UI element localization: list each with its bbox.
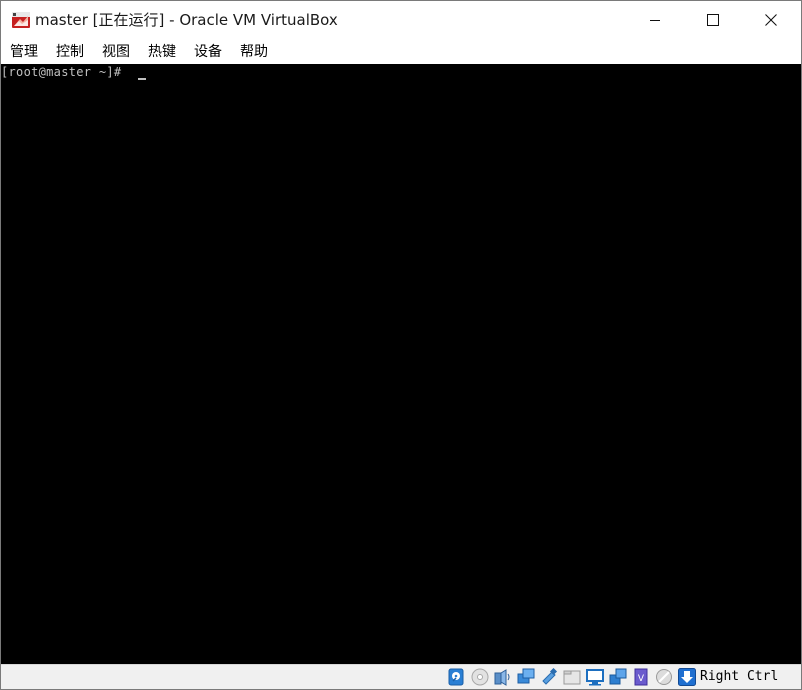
shared-folders-icon[interactable] [563,668,581,686]
close-button[interactable] [742,1,800,39]
display-icon[interactable] [586,668,604,686]
video-capture-icon[interactable] [609,668,627,686]
close-icon [765,14,777,26]
minimize-icon [650,20,660,21]
menu-item-devices[interactable]: 设备 [194,41,222,63]
hard-disk-icon[interactable] [447,668,465,686]
terminal-cursor [138,78,146,80]
menu-bar: 管理 控制 视图 热键 设备 帮助 [1,39,801,64]
keyboard-capture-icon[interactable] [678,668,696,686]
window-title: master [正在运行] - Oracle VM VirtualBox [35,11,338,29]
virtualbox-window: master [正在运行] - Oracle VM VirtualBox 管理 … [0,0,802,690]
mouse-integration-icon[interactable] [655,668,673,686]
svg-text:V: V [638,674,645,684]
virtualbox-vm-icon[interactable] [11,10,31,30]
menu-item-help[interactable]: 帮助 [240,41,268,63]
maximize-button[interactable] [684,1,742,39]
menu-item-control[interactable]: 控制 [56,41,84,63]
status-bar: V Right Ctrl [1,664,801,689]
audio-icon[interactable] [494,668,512,686]
menu-item-manage[interactable]: 管理 [10,41,38,63]
minimize-button[interactable] [626,1,684,39]
usb-icon[interactable] [540,668,558,686]
menu-item-view[interactable]: 视图 [102,41,130,63]
optical-drive-icon[interactable] [471,668,489,686]
virtualization-icon[interactable]: V [632,668,650,686]
terminal-prompt: [root@master ~]# [1,65,122,79]
vm-display[interactable]: [root@master ~]# [1,64,801,664]
title-bar[interactable]: master [正在运行] - Oracle VM VirtualBox [1,1,801,39]
host-key-label: Right Ctrl [700,669,779,684]
maximize-icon [707,14,719,26]
network-icon[interactable] [517,668,535,686]
menu-item-hotkeys[interactable]: 热键 [148,41,176,63]
